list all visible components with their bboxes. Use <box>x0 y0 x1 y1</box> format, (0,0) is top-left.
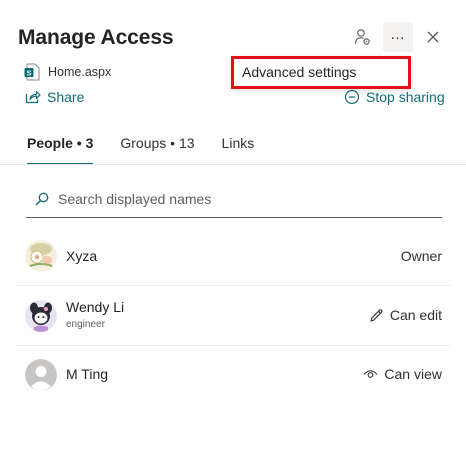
tab-people[interactable]: People • 3 <box>27 135 94 165</box>
share-icon <box>25 90 41 104</box>
person-role: engineer <box>66 319 105 330</box>
avatar <box>25 240 57 272</box>
permission-dropdown[interactable]: Can edit <box>369 307 442 323</box>
person-name: Wendy Li <box>66 299 125 315</box>
avatar <box>25 359 57 391</box>
pencil-icon <box>370 308 383 322</box>
person-name: M Ting <box>66 366 109 382</box>
permission-label: Owner <box>400 248 442 264</box>
person-row-m-ting[interactable]: M Ting Can view <box>16 345 450 405</box>
tab-groups[interactable]: Groups • 13 <box>120 135 194 165</box>
more-options-button[interactable]: … <box>383 22 413 52</box>
search-box <box>26 180 442 218</box>
person-name: Xyza <box>66 248 98 264</box>
file-info: S Home.aspx <box>24 63 111 81</box>
avatar <box>25 300 57 332</box>
search-icon <box>35 192 49 205</box>
stop-sharing-label: Stop sharing <box>366 89 445 105</box>
search-input[interactable] <box>58 190 418 207</box>
eye-icon <box>363 370 378 378</box>
permission-dropdown[interactable]: Can view <box>363 366 442 382</box>
permission-label: Can edit <box>389 307 442 323</box>
permission-label: Can view <box>384 366 442 382</box>
stop-sharing-button[interactable]: Stop sharing <box>344 89 445 105</box>
tab-bar: People • 3 Groups • 13 Links <box>27 135 254 165</box>
tabs-divider <box>0 164 466 165</box>
sharepoint-page-icon: S <box>24 63 40 81</box>
close-icon <box>427 31 439 43</box>
manage-people-button[interactable] <box>347 22 377 52</box>
file-name: Home.aspx <box>48 65 112 79</box>
tab-links[interactable]: Links <box>222 135 255 165</box>
minus-circle-icon <box>344 89 360 105</box>
share-button[interactable]: Share <box>25 89 84 105</box>
person-settings-icon <box>354 29 370 45</box>
person-row-xyza[interactable]: Xyza Owner <box>16 226 450 286</box>
menu-item-advanced-settings[interactable]: Advanced settings <box>242 64 356 80</box>
person-row-wendy-li[interactable]: Wendy Li engineer Can edit <box>16 286 450 346</box>
panel-title: Manage Access <box>18 26 174 49</box>
share-label: Share <box>47 89 85 105</box>
more-icon: … <box>390 25 406 43</box>
svg-text:S: S <box>26 68 31 77</box>
more-options-menu: Advanced settings <box>231 56 411 89</box>
close-button[interactable] <box>418 22 448 52</box>
